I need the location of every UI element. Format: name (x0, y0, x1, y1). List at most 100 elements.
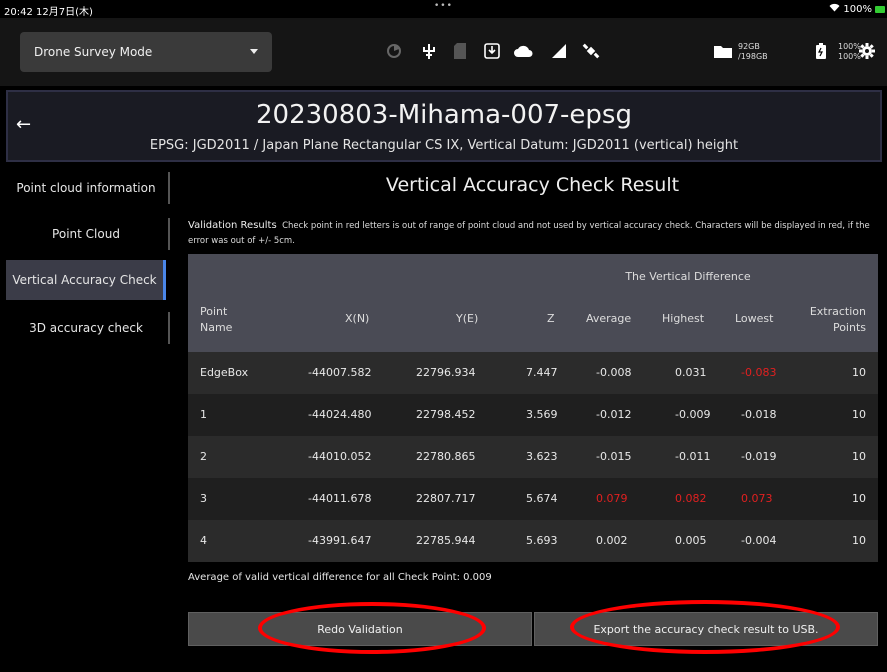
col-highest: Highest (662, 312, 705, 325)
satellite-icon[interactable] (580, 40, 602, 62)
cell-x: -44024.480 (308, 408, 372, 421)
sidebar-item-vertical-accuracy-check[interactable]: Vertical Accuracy Check (6, 260, 166, 300)
col-x: X(N) (345, 312, 370, 325)
cell-highest: 0.082 (675, 492, 707, 505)
cell-point-name: 3 (200, 492, 207, 505)
cell-highest: -0.011 (675, 450, 711, 463)
col-extraction-points: Extraction Points (810, 304, 866, 336)
cell-average: 0.079 (596, 492, 628, 505)
sidebar-item-label: 3D accuracy check (29, 321, 143, 335)
cell-z: 7.447 (526, 366, 558, 379)
cell-x: -44007.582 (308, 366, 372, 379)
cell-extraction-points: 10 (852, 408, 866, 421)
cell-y: 22798.452 (416, 408, 476, 421)
gps-icon[interactable] (383, 40, 405, 62)
validation-description: Validation Results Check point in red le… (188, 218, 878, 249)
cell-highest: 0.031 (675, 366, 707, 379)
col-point-name-line2: Name (200, 321, 233, 334)
cell-point-name: 4 (200, 534, 207, 547)
sidebar: Point cloud information Point Cloud Vert… (6, 166, 170, 672)
cell-x: -44011.678 (308, 492, 372, 505)
col-point-name-line1: Point (200, 305, 228, 318)
table-row: 4 -43991.647 22785.944 5.693 0.002 0.005 -0.00… (188, 520, 878, 562)
folder-icon[interactable] (712, 40, 734, 62)
cell-average: 0.002 (596, 534, 628, 547)
validation-lead: Validation Results (188, 220, 277, 231)
table-row: 3 -44011.678 22807.717 5.674 0.079 0.082 0.073… (188, 478, 878, 520)
download-icon[interactable] (481, 40, 503, 62)
table-row: 2 -44010.052 22780.865 3.623 -0.015 -0.011 -0.… (188, 436, 878, 478)
cell-average: -0.015 (596, 450, 632, 463)
sidebar-item-label: Point Cloud (52, 227, 120, 241)
sidebar-item-3d-accuracy-check[interactable]: 3D accuracy check (6, 308, 170, 348)
table-row: EdgeBox -44007.582 22796.934 7.447 -0.008 0.0… (188, 352, 878, 394)
cell-point-name: EdgeBox (200, 366, 249, 379)
cell-lowest: -0.019 (741, 450, 777, 463)
cell-lowest: -0.083 (741, 366, 777, 379)
page-title: 20230803-Mihama-007-epsg (256, 100, 632, 130)
storage-used: 92GB (738, 42, 760, 51)
average-summary: Average of valid vertical difference for… (188, 572, 492, 583)
antenna-icon[interactable] (418, 40, 440, 62)
col-point-name: Point Name (200, 304, 232, 336)
main-content: Vertical Accuracy Check Result Validatio… (178, 166, 887, 672)
vertical-difference-header: The Vertical Difference (625, 270, 751, 283)
divider (168, 312, 170, 344)
col-extraction-line2: Points (832, 321, 866, 334)
toolbar: Drone Survey Mode 92GB /198GB 100% 100% (0, 18, 887, 86)
cell-y: 22780.865 (416, 450, 476, 463)
cell-extraction-points: 10 (852, 450, 866, 463)
cell-highest: -0.009 (675, 408, 711, 421)
wifi-icon (829, 3, 840, 15)
sidebar-item-label: Point cloud information (16, 181, 156, 195)
table-header: The Vertical Difference Point Name X(N) … (188, 254, 878, 352)
cell-y: 22785.944 (416, 534, 476, 547)
col-lowest: Lowest (735, 312, 774, 325)
status-time: 20:42 12月7日(木) (4, 7, 93, 18)
cell-z: 3.569 (526, 408, 558, 421)
cell-extraction-points: 10 (852, 534, 866, 547)
cell-lowest: 0.073 (741, 492, 773, 505)
cell-z: 5.693 (526, 534, 558, 547)
cell-x: -44010.052 (308, 450, 372, 463)
battery-icon (814, 40, 828, 62)
redo-validation-button[interactable]: Redo Validation (188, 612, 532, 646)
settings-icon[interactable] (856, 40, 878, 62)
cell-z: 5.674 (526, 492, 558, 505)
col-z: Z (547, 312, 555, 325)
storage-info: 92GB /198GB (738, 42, 768, 62)
status-bar: 20:42 12月7日(木) ••• 100% (0, 0, 887, 18)
cell-highest: 0.005 (675, 534, 707, 547)
export-usb-button[interactable]: Export the accuracy check result to USB. (534, 612, 878, 646)
section-title: Vertical Accuracy Check Result (385, 174, 680, 196)
cell-average: -0.008 (596, 366, 632, 379)
col-y: Y(E) (456, 312, 479, 325)
cell-point-name: 1 (200, 408, 207, 421)
redo-validation-label: Redo Validation (317, 622, 403, 636)
sidebar-item-point-cloud-information[interactable]: Point cloud information (6, 168, 170, 208)
mode-dropdown[interactable]: Drone Survey Mode (20, 32, 272, 72)
table-row: 1 -44024.480 22798.452 3.569 -0.012 -0.009 -0.… (188, 394, 878, 436)
cell-lowest: -0.004 (741, 534, 777, 547)
cloud-icon[interactable] (512, 40, 534, 62)
sidebar-item-label: Vertical Accuracy Check (12, 273, 157, 287)
accuracy-table: The Vertical Difference Point Name X(N) … (188, 254, 878, 562)
col-extraction-line1: Extraction (809, 305, 866, 318)
caret-down-icon (250, 49, 258, 54)
export-usb-label: Export the accuracy check result to USB. (593, 622, 819, 636)
status-right: 100% (829, 3, 885, 15)
battery-status-icon (875, 5, 885, 13)
page-header: ← 20230803-Mihama-007-epsg EPSG: JGD2011… (6, 90, 882, 162)
cell-lowest: -0.018 (741, 408, 777, 421)
sd-card-icon[interactable] (449, 40, 471, 62)
multitask-dots: ••• (434, 1, 453, 11)
cell-average: -0.012 (596, 408, 632, 421)
validation-text: Check point in red letters is out of ran… (188, 221, 870, 246)
sidebar-item-point-cloud[interactable]: Point Cloud (6, 214, 170, 254)
divider (168, 218, 170, 250)
cell-y: 22796.934 (416, 366, 476, 379)
cell-extraction-points: 10 (852, 492, 866, 505)
col-average: Average (586, 312, 632, 325)
cell-x: -43991.647 (308, 534, 372, 547)
battery-percent: 100% (843, 3, 872, 15)
